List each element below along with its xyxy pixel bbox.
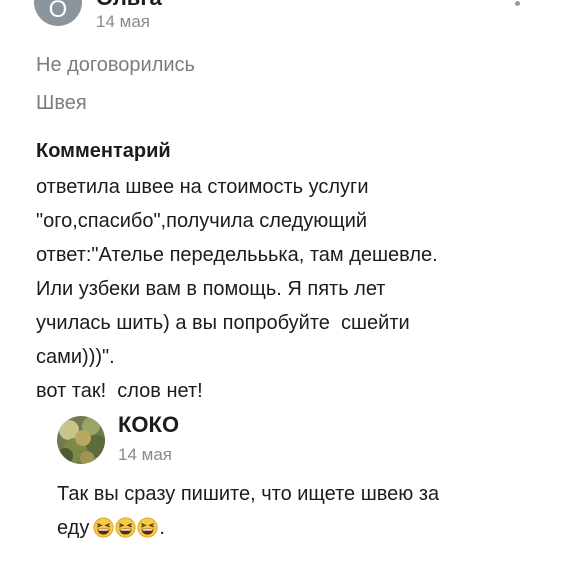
comment-line: "ого,спасибо",получила следующий: [36, 210, 368, 232]
reply-avatar-image: [57, 416, 105, 464]
reply-text: Так вы сразу пишите, что ищете швею за е…: [57, 477, 557, 549]
comment-line: ответила швее на стоимость услуги: [36, 176, 369, 198]
reply-line-2: еду.: [57, 511, 557, 549]
reply-line-start: еду: [57, 517, 90, 539]
reply-author-name[interactable]: КОКО: [118, 412, 179, 438]
post-date: 14 мая: [96, 12, 150, 31]
comment-line: ответ:"Ателье переделььька, там дешевле.: [36, 244, 438, 266]
reply-date: 14 мая: [118, 445, 172, 464]
reply-avatar[interactable]: [57, 416, 105, 464]
reply-line: Так вы сразу пишите, что ищете швею за: [57, 483, 440, 505]
grinning-squinting-face-icon: [93, 517, 114, 538]
comment-text: ответила швее на стоимость услуги "ого,с…: [36, 170, 556, 408]
grinning-squinting-face-icon: [137, 517, 158, 538]
comment-line: сами)))".: [36, 346, 115, 368]
author-avatar[interactable]: О: [34, 0, 82, 26]
comment-line: вот так! слов нет!: [36, 380, 203, 402]
emoji-group: [93, 515, 159, 549]
reply-line-end: .: [159, 517, 165, 539]
author-avatar-initial: О: [48, 0, 68, 23]
service-category: Швея: [36, 92, 87, 114]
deal-status: Не договорились: [36, 54, 195, 76]
comment-line: Или узбеки вам в помощь. Я пять лет: [36, 278, 386, 300]
comment-heading: Комментарий: [36, 140, 171, 162]
comment-line: училась шить) а вы попробуйте сшейти: [36, 312, 410, 334]
grinning-squinting-face-icon: [115, 517, 136, 538]
kebab-menu-icon[interactable]: [515, 1, 520, 6]
author-name[interactable]: Ольга: [96, 0, 162, 11]
